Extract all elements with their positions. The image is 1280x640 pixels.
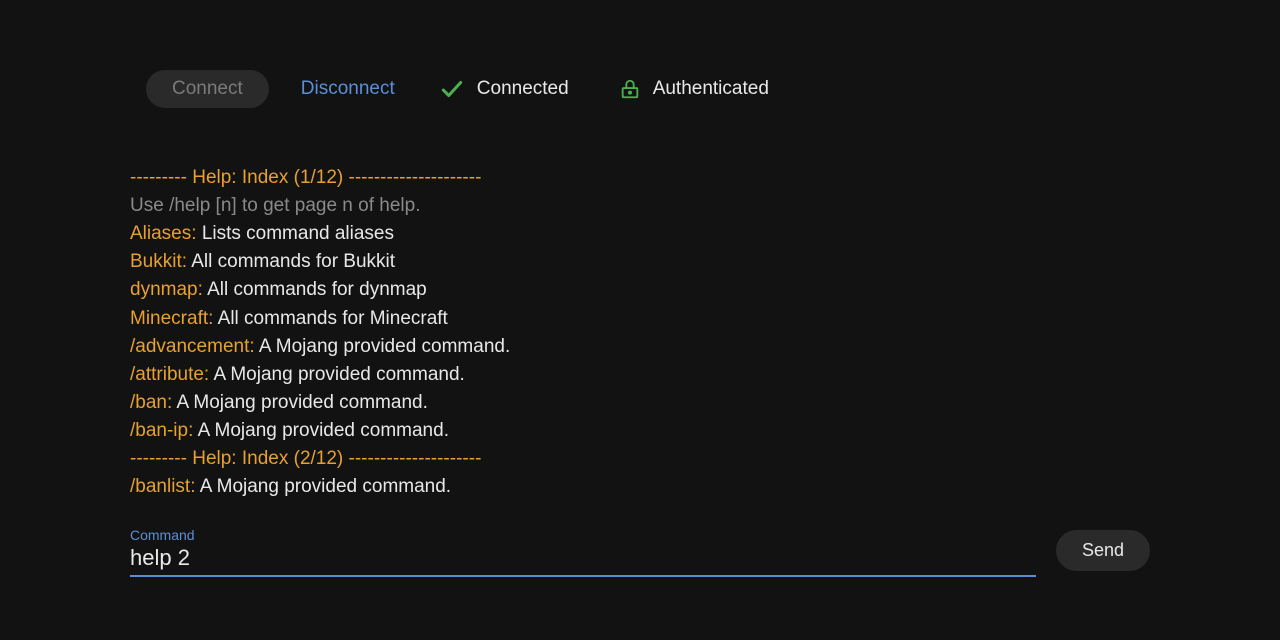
toolbar: Connect Disconnect Connected Authenticat… xyxy=(146,70,1150,108)
console-segment: Aliases: xyxy=(130,223,202,244)
console-segment: --------- Help: Index (1/12) -----------… xyxy=(130,167,481,188)
console-segment: All commands for Bukkit xyxy=(191,251,395,272)
command-row: Command Send xyxy=(130,527,1150,577)
console-segment: A Mojang provided command. xyxy=(200,476,451,497)
console-segment: /attribute: xyxy=(130,364,213,385)
console-line: /ban-ip: A Mojang provided command. xyxy=(130,417,1150,445)
lock-icon xyxy=(619,78,641,100)
console-line: /attribute: A Mojang provided command. xyxy=(130,361,1150,389)
command-label: Command xyxy=(130,527,1036,543)
console-segment: All commands for dynmap xyxy=(207,279,427,300)
console-line: /ban: A Mojang provided command. xyxy=(130,389,1150,417)
console-output: --------- Help: Index (1/12) -----------… xyxy=(130,164,1150,517)
console-line: dynmap: All commands for dynmap xyxy=(130,276,1150,304)
console-segment: A Mojang provided command. xyxy=(177,392,428,413)
console-segment: A Mojang provided command. xyxy=(198,420,449,441)
console-segment: All commands for Minecraft xyxy=(218,308,448,329)
connect-button[interactable]: Connect xyxy=(146,70,269,108)
console-line: /banlist: A Mojang provided command. xyxy=(130,473,1150,501)
console-segment: /ban-ip: xyxy=(130,420,198,441)
console-segment: --------- Help: Index (2/12) -----------… xyxy=(130,448,481,469)
command-input[interactable] xyxy=(130,543,1036,577)
console-segment: A Mojang provided command. xyxy=(213,364,464,385)
console-segment: /ban: xyxy=(130,392,177,413)
console-line: Minecraft: All commands for Minecraft xyxy=(130,305,1150,333)
console-segment: Lists command aliases xyxy=(202,223,394,244)
console-segment: dynmap: xyxy=(130,279,207,300)
check-icon xyxy=(439,76,465,102)
console-segment: Use /help [n] to get page n of help. xyxy=(130,195,420,216)
disconnect-button[interactable]: Disconnect xyxy=(297,70,399,108)
console-segment: A Mojang provided command. xyxy=(259,336,510,357)
console-line: --------- Help: Index (1/12) -----------… xyxy=(130,164,1150,192)
console-line: Bukkit: All commands for Bukkit xyxy=(130,248,1150,276)
console-line: --------- Help: Index (2/12) -----------… xyxy=(130,445,1150,473)
status-connected: Connected xyxy=(439,76,569,102)
console-segment: /advancement: xyxy=(130,336,259,357)
authenticated-label: Authenticated xyxy=(653,78,769,100)
console-line: /advancement: A Mojang provided command. xyxy=(130,333,1150,361)
console-line: Use /help [n] to get page n of help. xyxy=(130,192,1150,220)
status-authenticated: Authenticated xyxy=(609,78,769,100)
console-line: Aliases: Lists command aliases xyxy=(130,220,1150,248)
console-segment: /banlist: xyxy=(130,476,200,497)
console-segment: Minecraft: xyxy=(130,308,218,329)
connected-label: Connected xyxy=(477,78,569,100)
console-segment: Bukkit: xyxy=(130,251,191,272)
send-button[interactable]: Send xyxy=(1056,530,1150,571)
